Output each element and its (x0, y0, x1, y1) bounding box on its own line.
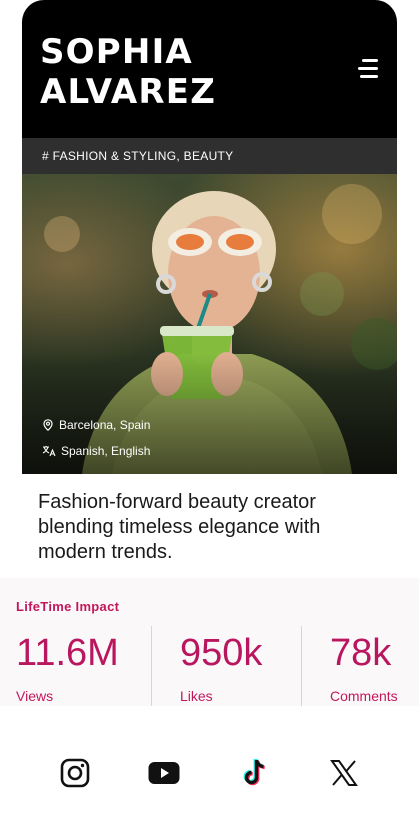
stat-divider (301, 626, 302, 706)
menu-icon[interactable] (352, 58, 378, 80)
impact-title: LifeTime Impact (16, 599, 120, 614)
stat-value: 950k (180, 632, 263, 674)
languages-row: Spanish, English (42, 444, 150, 458)
translate-icon (42, 446, 56, 457)
category-tags: # FASHION & STYLING, BEAUTY (42, 149, 234, 163)
stat-label: Comments (330, 688, 398, 704)
tiktok-icon[interactable] (237, 755, 273, 791)
name-line-1: SOPHIA (40, 32, 193, 72)
stat-label: Views (16, 688, 54, 704)
category-tag-bar: # FASHION & STYLING, BEAUTY (22, 138, 397, 174)
profile-header: SOPHIA ALVAREZ (22, 0, 397, 138)
x-icon[interactable] (326, 755, 362, 791)
location-pin-icon (43, 419, 53, 431)
youtube-icon[interactable] (146, 755, 182, 791)
stat-divider (151, 626, 152, 706)
lifetime-impact-section: LifeTime Impact 11.6M Views 950k Likes 7… (0, 578, 419, 706)
instagram-icon[interactable] (57, 755, 93, 791)
profile-name: SOPHIA ALVAREZ (40, 32, 340, 112)
name-line-2: ALVAREZ (40, 72, 217, 112)
profile-bio: Fashion-forward beauty creator blending … (38, 491, 321, 563)
stat-value: 78k (330, 632, 392, 674)
stat-label: Likes (180, 688, 213, 704)
languages-text: Spanish, English (61, 444, 151, 458)
profile-card: SOPHIA ALVAREZ # FASHION & STYLING, BEAU… (22, 0, 397, 474)
stat-value: 11.6M (16, 632, 119, 674)
location-text: Barcelona, Spain (59, 418, 151, 432)
profile-photo: Barcelona, Spain Spanish, English (22, 174, 397, 474)
location-row: Barcelona, Spain (42, 418, 150, 432)
